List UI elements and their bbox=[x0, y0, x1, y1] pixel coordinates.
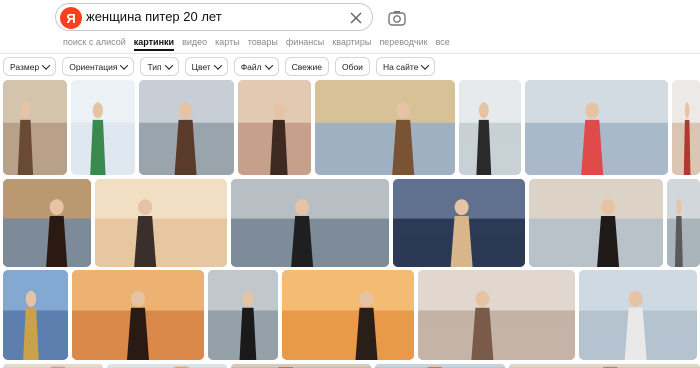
chevron-down-icon bbox=[164, 60, 173, 70]
image-result-thumbnail[interactable] bbox=[95, 179, 227, 267]
filter-wallpapers[interactable]: Обои bbox=[334, 57, 370, 76]
image-result-thumbnail[interactable] bbox=[393, 179, 525, 267]
filter-fresh[interactable]: Свежие bbox=[284, 57, 329, 76]
image-result-thumbnail[interactable] bbox=[107, 364, 227, 368]
chevron-down-icon bbox=[41, 60, 51, 70]
search-type-tabs: поиск с алисой картинки видео карты това… bbox=[63, 37, 450, 51]
filter-label: Файл bbox=[240, 61, 262, 72]
filter-label: Размер bbox=[10, 61, 40, 72]
image-result-thumbnail[interactable] bbox=[3, 179, 91, 267]
filter-file[interactable]: Файл bbox=[233, 57, 279, 76]
search-bar[interactable]: Я женщина питер 20 лет bbox=[55, 3, 373, 31]
image-result-thumbnail[interactable] bbox=[672, 80, 700, 175]
image-result-thumbnail[interactable] bbox=[3, 364, 103, 368]
filter-label: На сайте bbox=[382, 61, 419, 72]
filter-label: Обои bbox=[341, 61, 363, 72]
image-result-thumbnail[interactable] bbox=[231, 179, 389, 267]
header-divider bbox=[0, 53, 700, 54]
tab-all[interactable]: все bbox=[436, 37, 450, 47]
filter-label: Тип bbox=[147, 61, 162, 72]
image-result-thumbnail[interactable] bbox=[3, 270, 68, 360]
filter-bar: Размер Ориентация Тип Цвет Файл Свежие О… bbox=[3, 57, 436, 76]
tab-images[interactable]: картинки bbox=[133, 37, 175, 51]
image-result-thumbnail[interactable] bbox=[525, 80, 668, 175]
tab-video[interactable]: видео bbox=[182, 37, 207, 47]
filter-label: Свежие bbox=[291, 61, 322, 72]
chevron-down-icon bbox=[213, 60, 222, 70]
image-result-thumbnail[interactable] bbox=[529, 179, 663, 267]
image-result-thumbnail[interactable] bbox=[418, 270, 575, 360]
image-result-thumbnail[interactable] bbox=[459, 80, 521, 175]
image-result-thumbnail[interactable] bbox=[139, 80, 234, 175]
search-input[interactable]: женщина питер 20 лет bbox=[86, 9, 222, 24]
chevron-down-icon bbox=[264, 60, 273, 70]
image-result-thumbnail[interactable] bbox=[667, 179, 700, 267]
image-result-thumbnail[interactable] bbox=[71, 80, 135, 175]
image-result-thumbnail[interactable] bbox=[579, 270, 697, 360]
image-result-thumbnail[interactable] bbox=[231, 364, 371, 368]
filter-on-site[interactable]: На сайте bbox=[375, 57, 436, 76]
image-result-thumbnail[interactable] bbox=[72, 270, 204, 360]
image-result-thumbnail[interactable] bbox=[509, 364, 700, 368]
image-result-thumbnail[interactable] bbox=[282, 270, 414, 360]
camera-search-icon[interactable] bbox=[387, 8, 407, 28]
tab-translator[interactable]: переводчик bbox=[379, 37, 427, 47]
filter-type[interactable]: Тип bbox=[140, 57, 179, 76]
tab-alice[interactable]: поиск с алисой bbox=[63, 37, 126, 47]
filter-label: Ориентация bbox=[69, 61, 118, 72]
close-icon[interactable] bbox=[348, 10, 364, 26]
chevron-down-icon bbox=[120, 60, 129, 70]
tab-apartments[interactable]: квартиры bbox=[332, 37, 371, 47]
image-result-thumbnail[interactable] bbox=[208, 270, 278, 360]
filter-size[interactable]: Размер bbox=[3, 57, 57, 76]
chevron-down-icon bbox=[421, 60, 430, 70]
filter-label: Цвет bbox=[191, 61, 211, 72]
image-result-thumbnail[interactable] bbox=[375, 364, 505, 368]
image-result-thumbnail[interactable] bbox=[3, 80, 67, 175]
image-result-thumbnail[interactable] bbox=[315, 80, 455, 175]
yandex-logo[interactable]: Я bbox=[60, 7, 82, 29]
filter-orientation[interactable]: Ориентация bbox=[62, 57, 135, 76]
tab-finance[interactable]: финансы bbox=[286, 37, 324, 47]
tab-maps[interactable]: карты bbox=[215, 37, 240, 47]
image-result-thumbnail[interactable] bbox=[238, 80, 311, 175]
filter-color[interactable]: Цвет bbox=[184, 57, 228, 76]
tab-products[interactable]: товары bbox=[248, 37, 278, 47]
